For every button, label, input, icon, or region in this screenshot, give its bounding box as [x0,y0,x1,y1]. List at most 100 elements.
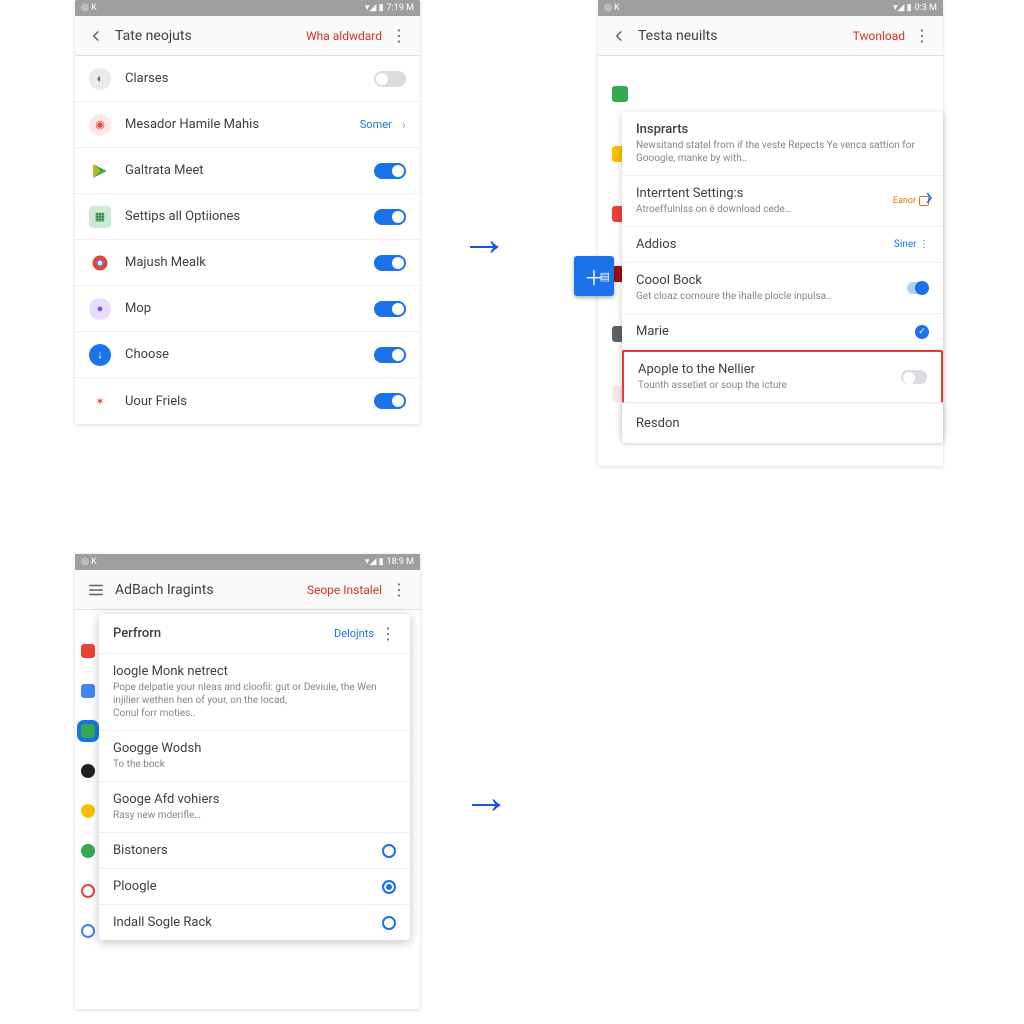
status-right: ▾◢ ▮ 7:19 M [365,3,414,13]
radio[interactable] [382,844,396,858]
status-left: ◎ K [604,3,620,13]
popup-header: Perfrorn Delojnts ⋮ [99,614,410,654]
item-label: Uour Friels [125,394,374,409]
panel-row[interactable]: Addios Siner ⋮ [622,227,943,263]
list-item[interactable]: ◐ Clarses [75,56,420,102]
more-icon[interactable]: ⋮ [388,25,410,47]
item-label: Clarses [125,71,374,86]
status-right: ▾◢ ▮ 18:9 M [365,557,414,567]
panel-row[interactable]: Resdon [622,404,943,443]
row-title: Resdon [636,416,929,431]
row-sub: Atroeffulnlss on ê download cede… [636,203,893,216]
toggle[interactable] [374,209,406,225]
list-item[interactable]: ✶ Uour Friels [75,378,420,424]
row-title: Googe Afd vohiers [113,792,396,807]
row-sub: To the bock [113,758,396,771]
item-label: Mop [125,301,374,316]
toggle[interactable] [374,163,406,179]
list-item[interactable]: ◉ Mesador Hamile Mahis Somer › [75,102,420,148]
toggle[interactable] [901,370,927,384]
status-left: ◎ K [81,557,97,567]
item-link[interactable]: Somer [360,118,392,131]
status-bar: ◎ K ▾◢ ▮ 0:3 M [598,0,943,16]
popup-row[interactable]: loogle Monk netrect Pope delpatie your n… [99,654,410,731]
app-icon: ◐ [89,68,111,90]
item-label: Settips all Optiiones [125,209,374,224]
toggle[interactable] [374,347,406,363]
popup-menu: Perfrorn Delojnts ⋮ loogle Monk netrect … [99,614,410,940]
header-action[interactable]: Seope Instalel [307,583,382,597]
check-icon[interactable]: ✓ [915,325,929,339]
row-title: Ploogle [113,879,382,894]
header-action[interactable]: Twonload [853,29,905,43]
popup-row[interactable]: Googge Wodsh To the bock [99,731,410,782]
app-bar: AdBach Iragints Seope Instalel ⋮ [75,570,420,610]
row-title: Googge Wodsh [113,741,396,756]
radio[interactable] [382,916,396,930]
item-label: Mesador Hamile Mahis [125,117,360,132]
phone-screen-1: ◎ K ▾◢ ▮ 7:19 M Tate neojuts Wha aldwdar… [75,0,420,424]
panel-row-highlighted[interactable]: Apople to the Nellier Tounth assetiet or… [622,350,943,403]
status-bar: ◎ K ▾◢ ▮ 7:19 M [75,0,420,16]
fab-add-button[interactable]: ＋ ▤ [574,256,614,296]
app-icon: ✶ [89,390,111,412]
status-right: ▾◢ ▮ 0:3 M [893,3,937,13]
chevron-right-icon: › [402,117,406,133]
flow-arrow-icon: → [460,210,508,267]
menu-icon[interactable] [85,579,107,601]
toggle[interactable] [374,301,406,317]
page-title: AdBach Iragints [115,582,307,598]
chevron-right-icon[interactable]: › [925,182,933,212]
status-left: ◎ K [81,3,97,13]
app-bar: Tate neojuts Wha aldwdard ⋮ [75,16,420,56]
popup-link[interactable]: Delojnts [334,627,374,640]
row-right-text[interactable]: Siner ⋮ [894,239,929,250]
app-icon: ▦ [89,206,111,228]
panel-row[interactable]: Marie ✓ [622,314,943,350]
radio[interactable] [382,880,396,894]
row-title: Coool Bock [636,273,907,288]
phone-screen-2: ◎ K ▾◢ ▮ 0:3 M Testa neuilts Twonload ⋮ … [598,0,943,466]
list-item[interactable]: ↓ Choose [75,332,420,378]
popup-row[interactable]: Indall Sogle Rack [99,905,410,940]
status-bar: ◎ K ▾◢ ▮ 18:9 M [75,554,420,570]
app-icon: ↓ [89,344,111,366]
chrome-icon [89,252,111,274]
list-item[interactable]: Majush Mealk [75,240,420,286]
header-action[interactable]: Wha aldwdard [306,29,382,43]
row-badge: Eanor [893,196,929,206]
app-bar: Testa neuilts Twonload ⋮ [598,16,943,56]
popup-row[interactable]: Bistoners [99,833,410,869]
more-icon[interactable]: ⋮ [388,579,410,601]
toggle[interactable] [374,393,406,409]
panel-row[interactable]: Interrtent Setting:s Atroeffulnlss on ê … [622,176,943,227]
panel-desc: Newsitand statel from if the veste Repec… [636,139,929,165]
doc-icon: ▤ [600,270,610,283]
row-sub: Rasy new mderifle… [113,809,396,822]
list-item[interactable]: Galtrata Meet [75,148,420,194]
row-title: Apople to the Nellier [638,362,901,377]
page-title: Tate neojuts [115,28,306,44]
row-title: Addios [636,237,894,252]
toggle[interactable] [374,255,406,271]
phone-screen-3: ◎ K ▾◢ ▮ 18:9 M AdBach Iragints Seope In… [75,554,420,1009]
list-item[interactable]: ● Mop [75,286,420,332]
back-icon[interactable] [85,25,107,47]
flow-arrow-icon: → [462,768,510,825]
toggle[interactable] [374,71,406,87]
row-title: loogle Monk netrect [113,664,396,679]
row-title: Bistoners [113,843,382,858]
back-icon[interactable] [608,25,630,47]
panel-header[interactable]: Insprarts Newsitand statel from if the v… [622,112,943,176]
app-icon: ● [89,298,111,320]
item-label: Majush Mealk [125,255,374,270]
list-item[interactable]: ▦ Settips all Optiiones [75,194,420,240]
more-icon[interactable]: ⋮ [911,25,933,47]
popup-row[interactable]: Googe Afd vohiers Rasy new mderifle… [99,782,410,833]
popup-row[interactable]: Ploogle [99,869,410,905]
more-icon[interactable]: ⋮ [380,624,396,643]
toggle[interactable] [907,282,929,294]
row-sub: Tounth assetiet or soup the icture [638,379,901,392]
item-label: Choose [125,347,374,362]
panel-row[interactable]: Coool Bock Get cloaz comoure the ïhalle … [622,263,943,314]
